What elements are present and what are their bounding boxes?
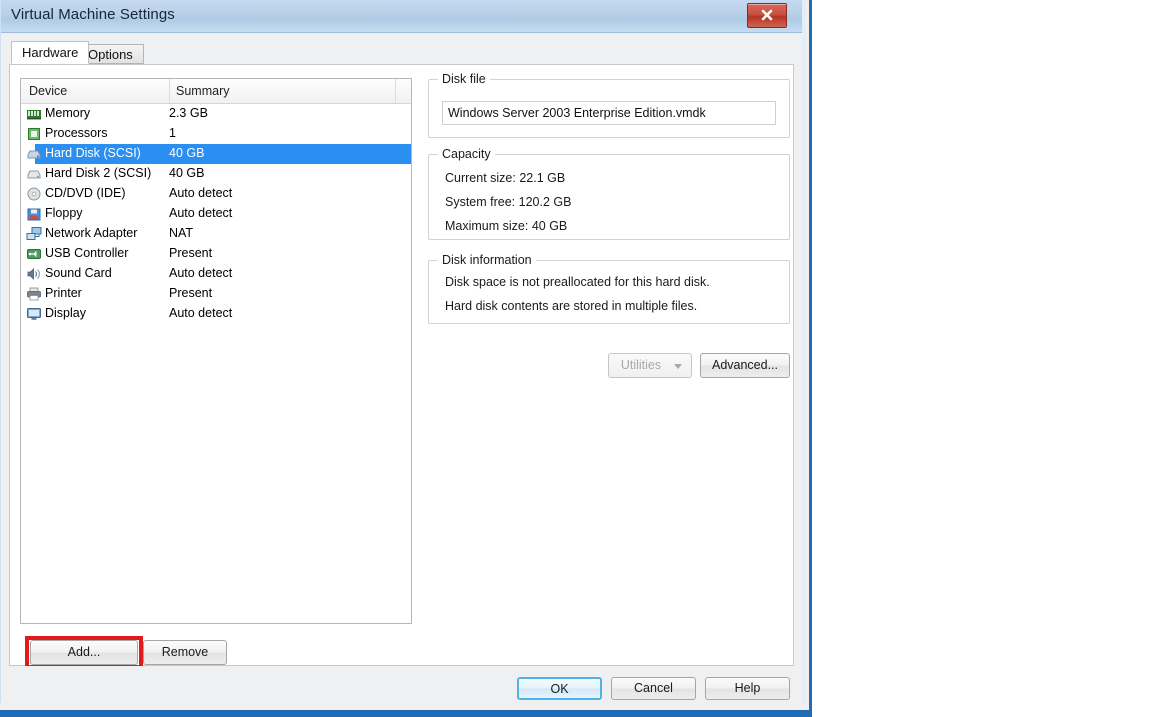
add-button[interactable]: Add... xyxy=(30,640,138,665)
printer-icon xyxy=(26,286,42,302)
ok-button[interactable]: OK xyxy=(517,677,602,700)
column-divider-1[interactable] xyxy=(169,79,170,103)
disk-file-group-title: Disk file xyxy=(438,72,490,86)
close-button[interactable] xyxy=(747,3,787,28)
disk-file-group: Disk file Windows Server 2003 Enterprise… xyxy=(428,72,790,138)
table-row[interactable]: CD/DVD (IDE) Auto detect xyxy=(21,184,411,204)
virtual-machine-settings-window: Virtual Machine Settings Hardware Option… xyxy=(0,0,812,717)
device-summary: 40 GB xyxy=(169,146,205,160)
content-panel: Device Summary Memory 2.3 GB Processors … xyxy=(9,64,794,669)
cancel-button[interactable]: Cancel xyxy=(611,677,696,700)
device-name: CD/DVD (IDE) xyxy=(45,186,126,200)
capacity-system-free: System free: 120.2 GB xyxy=(445,195,572,209)
device-list-buttons: Add... Remove xyxy=(20,636,412,669)
device-summary: Present xyxy=(169,246,213,260)
table-row[interactable]: Memory 2.3 GB xyxy=(21,104,411,124)
usb-controller-icon xyxy=(26,246,42,262)
capacity-group: Capacity Current size: 22.1 GB System fr… xyxy=(428,147,790,240)
table-row[interactable]: Network Adapter NAT xyxy=(21,224,411,244)
tab-hardware[interactable]: Hardware xyxy=(11,41,90,64)
hard-disk-icon xyxy=(26,146,42,162)
processor-icon xyxy=(26,126,42,142)
table-row[interactable]: Hard Disk 2 (SCSI) 40 GB xyxy=(21,164,411,184)
title-bar: Virtual Machine Settings xyxy=(1,0,802,33)
device-summary: Auto detect xyxy=(169,186,233,200)
cd-dvd-icon xyxy=(26,186,42,202)
table-row[interactable]: USB Controller Present xyxy=(21,244,411,264)
window-title: Virtual Machine Settings xyxy=(11,6,175,23)
tab-strip: Hardware Options xyxy=(1,41,802,64)
capacity-group-title: Capacity xyxy=(438,147,495,161)
device-name: Hard Disk 2 (SCSI) xyxy=(45,166,152,180)
close-icon xyxy=(761,9,773,21)
dialog-footer: OK Cancel Help xyxy=(1,666,802,703)
disk-information-group: Disk information Disk space is not preal… xyxy=(428,253,790,324)
disk-information-line-2: Hard disk contents are stored in multipl… xyxy=(445,299,698,313)
table-row[interactable]: Processors 1 xyxy=(21,124,411,144)
table-row[interactable]: Display Auto detect xyxy=(21,304,411,324)
device-summary: 1 xyxy=(169,126,176,140)
table-row[interactable]: Printer Present xyxy=(21,284,411,304)
display-icon xyxy=(26,306,42,322)
floppy-icon xyxy=(26,206,42,222)
capacity-current-size: Current size: 22.1 GB xyxy=(445,171,566,185)
disk-file-input[interactable]: Windows Server 2003 Enterprise Edition.v… xyxy=(442,101,776,125)
utilities-button[interactable]: Utilities xyxy=(608,353,692,378)
device-summary: Auto detect xyxy=(169,306,233,320)
disk-information-group-title: Disk information xyxy=(438,253,536,267)
column-header-device[interactable]: Device xyxy=(29,84,67,98)
device-name: Sound Card xyxy=(45,266,112,280)
table-row[interactable]: Sound Card Auto detect xyxy=(21,264,411,284)
window-inner: Virtual Machine Settings Hardware Option… xyxy=(0,0,806,703)
column-divider-2[interactable] xyxy=(395,79,396,103)
remove-button[interactable]: Remove xyxy=(143,640,227,665)
device-name: Printer xyxy=(45,286,82,300)
device-name: Display xyxy=(45,306,86,320)
advanced-button[interactable]: Advanced... xyxy=(700,353,790,378)
device-name: Memory xyxy=(45,106,91,120)
capacity-maximum-size: Maximum size: 40 GB xyxy=(445,219,568,233)
device-summary: NAT xyxy=(169,226,194,240)
network-adapter-icon xyxy=(26,226,42,242)
device-list-header: Device Summary xyxy=(21,79,411,104)
device-name: Network Adapter xyxy=(45,226,138,240)
device-name: Hard Disk (SCSI) xyxy=(45,146,141,160)
hard-disk-icon xyxy=(26,166,42,182)
column-header-summary[interactable]: Summary xyxy=(176,84,229,98)
table-row[interactable]: Floppy Auto detect xyxy=(21,204,411,224)
device-summary: Present xyxy=(169,286,213,300)
table-row-selected[interactable]: Hard Disk (SCSI) 40 GB xyxy=(21,144,411,164)
device-summary: 2.3 GB xyxy=(169,106,208,120)
help-button[interactable]: Help xyxy=(705,677,790,700)
device-name: Floppy xyxy=(45,206,83,220)
device-name: USB Controller xyxy=(45,246,129,260)
device-name: Processors xyxy=(45,126,108,140)
chevron-down-icon xyxy=(674,364,682,369)
device-summary: 40 GB xyxy=(169,166,205,180)
device-summary: Auto detect xyxy=(169,266,233,280)
memory-icon xyxy=(26,106,42,122)
disk-information-line-1: Disk space is not preallocated for this … xyxy=(445,275,710,289)
device-summary: Auto detect xyxy=(169,206,233,220)
sound-card-icon xyxy=(26,266,42,282)
device-list[interactable]: Device Summary Memory 2.3 GB Processors … xyxy=(20,78,412,624)
utilities-button-label: Utilities xyxy=(620,358,662,372)
